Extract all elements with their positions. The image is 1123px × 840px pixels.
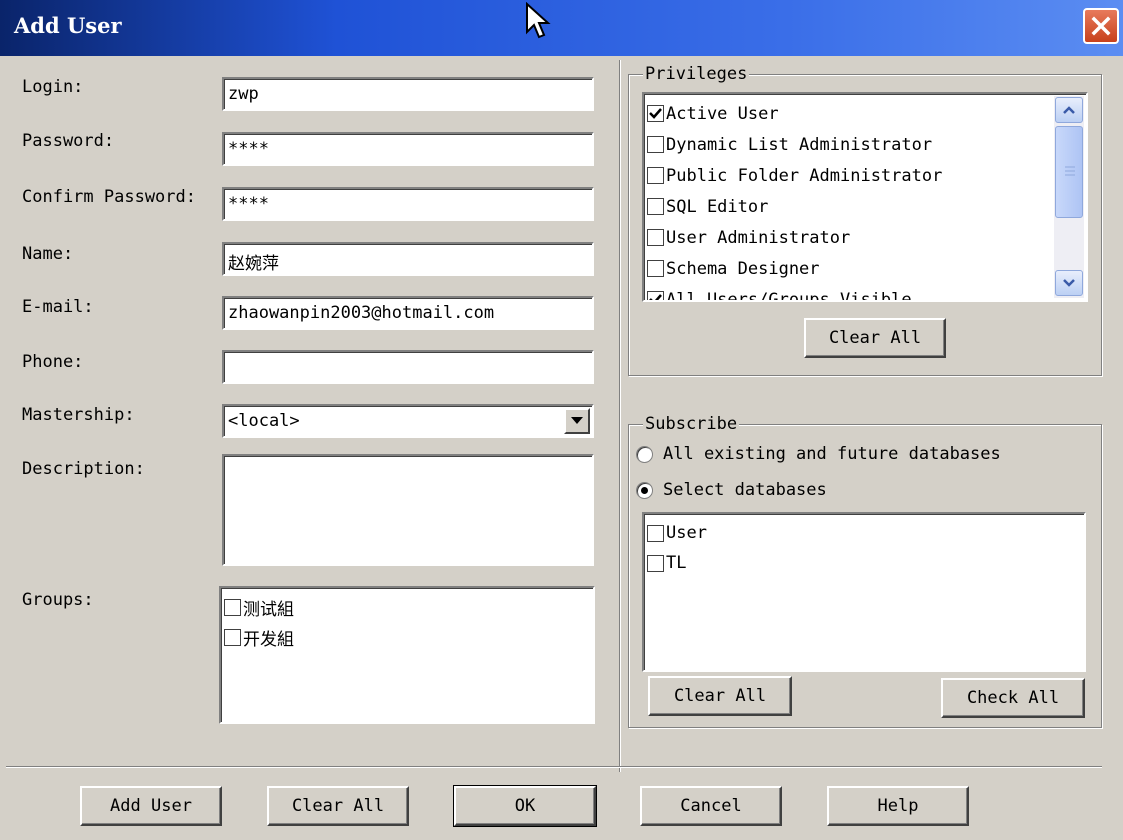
subscribe-clear-all-button[interactable]: Clear All: [648, 676, 792, 716]
vertical-divider: [619, 60, 621, 772]
privileges-clear-all-button[interactable]: Clear All: [804, 318, 946, 358]
groups-label: Groups:: [22, 590, 94, 610]
dropdown-arrow-icon: [571, 417, 583, 424]
mastership-dropdown-button[interactable]: [564, 408, 590, 434]
privilege-checkbox[interactable]: [647, 260, 664, 277]
login-input[interactable]: zwp: [222, 77, 594, 111]
database-label: User: [666, 523, 707, 543]
check-all-button[interactable]: Check All: [941, 678, 1085, 718]
radio-button-selected[interactable]: [636, 481, 653, 499]
privileges-scrollbar[interactable]: [1054, 96, 1084, 298]
mastership-value: <local>: [228, 411, 300, 431]
phone-input[interactable]: [222, 350, 594, 384]
password-input[interactable]: ****: [222, 132, 594, 166]
confirm-password-input[interactable]: ****: [222, 187, 594, 221]
checkmark-icon: [649, 294, 662, 300]
close-icon: [1091, 16, 1111, 36]
privilege-checkbox[interactable]: [647, 229, 664, 246]
group-label: 开发組: [243, 629, 294, 650]
name-label: Name:: [22, 244, 74, 264]
privilege-label: Schema Designer: [666, 258, 820, 279]
scroll-up-button[interactable]: [1055, 97, 1083, 123]
mastership-label: Mastership:: [22, 405, 135, 425]
radio-button[interactable]: [636, 445, 653, 463]
group-label: 测试組: [243, 599, 294, 620]
name-input[interactable]: 赵婉萍: [222, 242, 594, 276]
privilege-label: All Users/Groups Visible: [666, 289, 912, 302]
privilege-label: User Administrator: [666, 227, 851, 248]
privilege-label: Public Folder Administrator: [666, 165, 943, 186]
cancel-button[interactable]: Cancel: [640, 786, 782, 826]
database-checkbox[interactable]: [647, 554, 664, 572]
group-item[interactable]: 开发組: [224, 622, 590, 652]
subscribe-title: Subscribe: [643, 414, 740, 434]
privilege-item[interactable]: Public Folder Administrator: [647, 160, 1051, 191]
privilege-item[interactable]: SQL Editor: [647, 191, 1051, 222]
help-button[interactable]: Help: [827, 786, 969, 826]
horizontal-divider: [6, 766, 1102, 768]
privilege-label: Active User: [666, 103, 779, 124]
privileges-title: Privileges: [643, 64, 750, 84]
privilege-label: Dynamic List Administrator: [666, 134, 933, 155]
email-input[interactable]: zhaowanpin2003@hotmail.com: [222, 296, 594, 330]
privilege-item[interactable]: User Administrator: [647, 222, 1051, 253]
scroll-down-button[interactable]: [1055, 270, 1083, 296]
group-item[interactable]: 测试組: [224, 592, 590, 622]
add-user-button[interactable]: Add User: [80, 786, 222, 826]
radio-all-databases[interactable]: All existing and future databases: [636, 444, 1001, 464]
radio-select-databases[interactable]: Select databases: [636, 480, 827, 500]
phone-label: Phone:: [22, 352, 84, 372]
radio-all-label: All existing and future databases: [663, 444, 1001, 464]
radio-select-label: Select databases: [663, 480, 827, 500]
groups-list[interactable]: 测试組 开发組: [219, 586, 595, 724]
confirm-password-label: Confirm Password:: [22, 187, 196, 207]
window-title: Add User: [14, 13, 122, 38]
privilege-item[interactable]: Dynamic List Administrator: [647, 129, 1051, 160]
privilege-item[interactable]: All Users/Groups Visible: [647, 284, 1051, 302]
privilege-checkbox-checked[interactable]: [647, 105, 664, 122]
databases-list[interactable]: User TL: [642, 512, 1086, 672]
login-label: Login:: [22, 77, 84, 97]
email-label: E-mail:: [22, 297, 94, 317]
title-bar: Add User: [0, 0, 1123, 56]
scroll-thumb[interactable]: [1055, 126, 1083, 218]
privilege-checkbox[interactable]: [647, 167, 664, 184]
privilege-label: SQL Editor: [666, 196, 769, 217]
close-button[interactable]: [1083, 8, 1119, 44]
group-checkbox[interactable]: [224, 598, 241, 616]
privilege-item[interactable]: Active User: [647, 98, 1051, 129]
description-label: Description:: [22, 459, 145, 479]
mastership-select[interactable]: <local>: [222, 404, 594, 438]
database-label: TL: [666, 553, 687, 573]
group-checkbox[interactable]: [224, 628, 241, 646]
clear-all-button[interactable]: Clear All: [267, 786, 409, 826]
privilege-item[interactable]: Schema Designer: [647, 253, 1051, 284]
radio-dot-icon: [641, 486, 648, 494]
ok-button[interactable]: OK: [453, 785, 597, 827]
database-checkbox[interactable]: [647, 524, 664, 542]
privilege-checkbox[interactable]: [647, 136, 664, 153]
description-textarea[interactable]: [222, 454, 594, 566]
privilege-checkbox[interactable]: [647, 198, 664, 215]
password-label: Password:: [22, 131, 115, 151]
mouse-cursor-icon: [526, 2, 551, 39]
chevron-up-icon: [1063, 106, 1075, 114]
checkmark-icon: [649, 108, 662, 119]
privilege-checkbox-checked[interactable]: [647, 291, 664, 300]
privileges-list[interactable]: Active User Dynamic List Administrator P…: [642, 92, 1088, 302]
database-item[interactable]: User: [647, 518, 1081, 548]
chevron-down-icon: [1063, 279, 1075, 287]
grip-icon: [1065, 166, 1075, 176]
database-item[interactable]: TL: [647, 548, 1081, 578]
